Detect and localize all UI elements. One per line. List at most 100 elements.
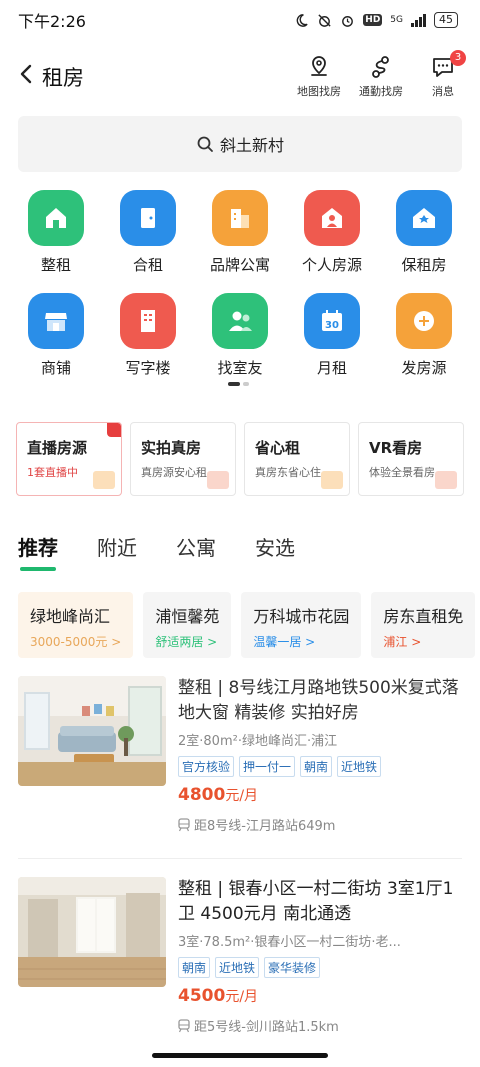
home-indicator[interactable] bbox=[152, 1053, 328, 1058]
category-personal-listing[interactable]: 个人房源 bbox=[286, 190, 378, 275]
community-chips: 绿地峰尚汇 3000-5000元 > 浦恒馨苑 舒适两居 > 万科城市花园 温馨… bbox=[18, 592, 480, 658]
listing-info: 整租 | 8号线江月路地铁500米复式落地大窗 精装修 实拍好房 2室·80m²… bbox=[178, 676, 464, 834]
back-arrow-icon[interactable] bbox=[14, 60, 38, 88]
category-shop[interactable]: 商铺 bbox=[10, 293, 102, 378]
category-brand-apartment[interactable]: 品牌公寓 bbox=[194, 190, 286, 275]
feature-vr-tour[interactable]: VR看房 体验全景看房 bbox=[358, 422, 464, 496]
listing-info: 整租 | 银春小区一村二街坊 3室1厅1卫 4500元月 南北通透 3室·78.… bbox=[178, 877, 464, 1035]
battery-icon: 45 bbox=[434, 12, 458, 28]
category-label: 发房源 bbox=[401, 359, 447, 377]
listing-tag: 朝南 bbox=[178, 957, 211, 978]
header: 租房 地图找房 通勤找房 3 消息 bbox=[0, 44, 480, 104]
chip-community[interactable]: 万科城市花园 温馨一居 > bbox=[241, 592, 362, 658]
live-icon bbox=[107, 423, 121, 437]
feature-real-photos[interactable]: 实拍真房 真房源安心租 bbox=[130, 422, 236, 496]
alarm-icon bbox=[342, 15, 354, 27]
messages-label: 消息 bbox=[432, 85, 454, 98]
tab-apartment[interactable]: 公寓 bbox=[176, 532, 216, 571]
category-post-listing[interactable]: 发房源 bbox=[378, 293, 470, 378]
feature-title: 省心租 bbox=[255, 439, 301, 457]
search-icon bbox=[197, 136, 213, 152]
building-icon bbox=[212, 190, 268, 246]
check-decoration-icon bbox=[321, 471, 343, 489]
tab-recommended[interactable]: 推荐 bbox=[18, 532, 58, 571]
category-label: 整租 bbox=[40, 256, 71, 274]
category-affordable-rent[interactable]: 保租房 bbox=[378, 190, 470, 275]
status-bar: 下午2:26 HD 5G 45 bbox=[0, 0, 480, 40]
chevron-right-icon: > bbox=[111, 635, 122, 649]
metro-icon bbox=[178, 817, 190, 831]
feature-title: 直播房源 bbox=[27, 439, 88, 457]
listing-tags: 官方核验 押一付一 朝南 近地铁 bbox=[178, 756, 464, 777]
search-bar[interactable]: 斜土新村 bbox=[18, 116, 462, 172]
messages-button[interactable]: 3 消息 bbox=[408, 50, 478, 99]
chip-sub: 舒适两居 > bbox=[155, 635, 218, 649]
listing-card[interactable]: 整租 | 银春小区一村二街坊 3室1厅1卫 4500元月 南北通透 3室·78.… bbox=[18, 877, 462, 1067]
category-label: 合租 bbox=[132, 256, 163, 274]
chip-name: 万科城市花园 bbox=[253, 607, 350, 626]
house-icon bbox=[28, 190, 84, 246]
chip-name: 浦恒馨苑 bbox=[155, 607, 220, 626]
chip-community[interactable]: 绿地峰尚汇 3000-5000元 > bbox=[18, 592, 134, 658]
person-home-icon bbox=[304, 190, 360, 246]
category-roommate[interactable]: 找室友 bbox=[194, 293, 286, 378]
category-label: 商铺 bbox=[40, 359, 71, 377]
listing-tag: 近地铁 bbox=[337, 756, 382, 777]
listing-metro: 距8号线-江月路站649m bbox=[178, 815, 464, 834]
door-icon bbox=[120, 190, 176, 246]
listing-tag: 官方核验 bbox=[178, 756, 235, 777]
chip-name: 绿地峰尚汇 bbox=[30, 607, 111, 626]
feature-row: 直播房源 1套直播中 实拍真房 真房源安心租 省心租 真房东省心住 VR看房 体… bbox=[16, 422, 472, 496]
category-whole-rent[interactable]: 整租 bbox=[10, 190, 102, 275]
page-indicator bbox=[228, 382, 249, 386]
chip-community[interactable]: 浦恒馨苑 舒适两居 > bbox=[143, 592, 232, 658]
commute-search-button[interactable]: 通勤找房 bbox=[346, 54, 416, 99]
commute-search-label: 通勤找房 bbox=[359, 85, 403, 98]
category-label: 品牌公寓 bbox=[209, 256, 270, 274]
calendar-number: 30 bbox=[325, 320, 339, 331]
category-monthly-rent[interactable]: 30 月租 bbox=[286, 293, 378, 378]
shield-home-icon bbox=[396, 190, 452, 246]
feature-live-listings[interactable]: 直播房源 1套直播中 bbox=[16, 422, 122, 496]
category-shared-rent[interactable]: 合租 bbox=[102, 190, 194, 275]
search-text: 斜土新村 bbox=[219, 136, 284, 155]
feature-title: VR看房 bbox=[369, 439, 423, 457]
vr-decoration-icon bbox=[435, 471, 457, 489]
tab-bar: 推荐 附近 公寓 安选 bbox=[18, 532, 295, 571]
category-label: 写字楼 bbox=[125, 359, 171, 377]
map-search-button[interactable]: 地图找房 bbox=[284, 54, 354, 99]
status-icons: HD 5G 45 bbox=[294, 12, 458, 28]
network-label: 5G bbox=[390, 14, 403, 25]
listing-metro: 距5号线-剑川路站1.5km bbox=[178, 1016, 464, 1035]
chip-name: 房东直租免 bbox=[383, 607, 464, 626]
category-label: 月租 bbox=[316, 359, 347, 377]
chip-community[interactable]: 房东直租免 浦江 > bbox=[371, 592, 476, 658]
chevron-right-icon: > bbox=[411, 635, 422, 649]
listing-detail: 2室·80m²·绿地峰尚汇·浦江 bbox=[178, 734, 338, 749]
listing-photo[interactable] bbox=[18, 676, 166, 786]
alarm-off-icon bbox=[318, 13, 331, 27]
message-badge: 3 bbox=[450, 50, 466, 66]
metro-icon bbox=[178, 1018, 190, 1032]
category-office[interactable]: 写字楼 bbox=[102, 293, 194, 378]
page-title: 租房 bbox=[42, 66, 84, 90]
feature-easy-rent[interactable]: 省心租 真房东省心住 bbox=[244, 422, 350, 496]
chip-sub: 浦江 > bbox=[383, 635, 422, 649]
listing-photo[interactable] bbox=[18, 877, 166, 987]
chevron-right-icon: > bbox=[207, 635, 218, 649]
listing-tag: 押一付一 bbox=[239, 756, 296, 777]
listing-card[interactable]: 整租 | 8号线江月路地铁500米复式落地大窗 精装修 实拍好房 2室·80m²… bbox=[18, 676, 462, 866]
listing-price: 4800元/月 bbox=[178, 785, 259, 805]
calendar-30-icon: 30 bbox=[304, 293, 360, 349]
chart-decoration-icon bbox=[93, 471, 115, 489]
chevron-right-icon: > bbox=[305, 635, 316, 649]
tab-nearby[interactable]: 附近 bbox=[97, 532, 137, 571]
listing-tag: 近地铁 bbox=[215, 957, 260, 978]
tab-safe-choice[interactable]: 安选 bbox=[255, 532, 295, 571]
listing-detail: 3室·78.5m²·银春小区一村二街坊·老... bbox=[178, 935, 401, 950]
listing-tag: 豪华装修 bbox=[264, 957, 321, 978]
category-label: 保租房 bbox=[401, 256, 447, 274]
listing-tags: 朝南 近地铁 豪华装修 bbox=[178, 957, 464, 978]
feature-title: 实拍真房 bbox=[141, 439, 202, 457]
category-grid: 整租 合租 品牌公寓 个人房源 保租房 商铺 写字楼 找室友 30 月租 发房源 bbox=[10, 190, 470, 378]
